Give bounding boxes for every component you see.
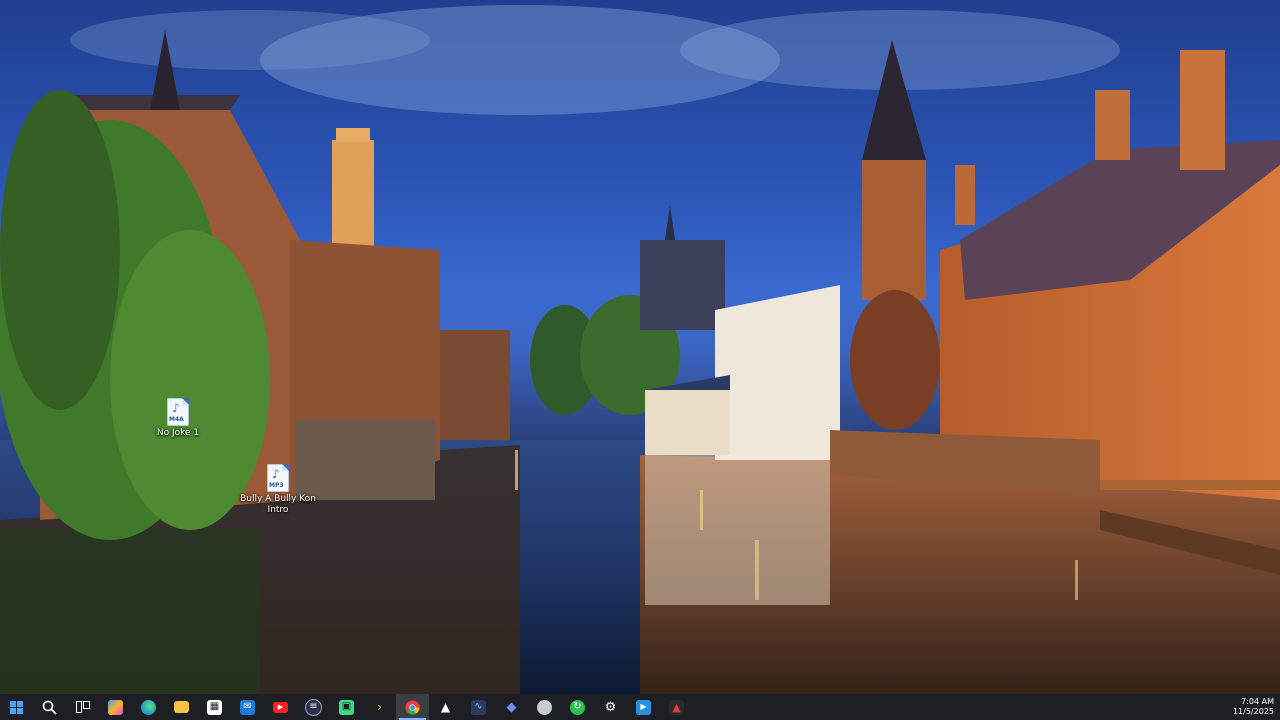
audio-file-icon: ♪ M4A — [167, 398, 189, 426]
desktop-icon-label: Bully A Bully Kon Intro — [240, 494, 316, 515]
system-clock[interactable]: 7:04 AM 11/5/2025 — [1233, 694, 1274, 720]
android-app-icon: ▣ — [339, 699, 354, 715]
taskbar-video-player[interactable]: ▶ — [627, 694, 660, 720]
audio-editor-icon: ∿ — [471, 699, 486, 715]
taskbar-media-player[interactable]: ≡ — [297, 694, 330, 720]
taskbar-audio-editor[interactable]: ∿ — [462, 694, 495, 720]
canal-scene — [0, 5, 1280, 694]
desktop-icon-label: No Joke 1 — [156, 428, 200, 438]
terminal-icon: › — [372, 699, 387, 715]
taskbar-triangle-app[interactable]: ▲ — [429, 694, 462, 720]
windows-start-icon — [10, 700, 23, 714]
settings-gear-icon: ⚙ — [604, 699, 617, 715]
microsoft-store-icon: ▦ — [207, 699, 222, 715]
chrome-icon — [405, 699, 420, 715]
edge-icon — [141, 699, 156, 715]
copilot-icon — [108, 699, 123, 715]
shield-app-icon — [537, 699, 552, 715]
desktop-icon-bully-a-bully[interactable]: ♪ MP3 Bully A Bully Kon Intro — [240, 464, 316, 516]
taskbar-green-app[interactable]: ↻ — [561, 694, 594, 720]
start-button[interactable] — [0, 694, 33, 720]
taskbar-android-app[interactable]: ▣ — [330, 694, 363, 720]
taskbar-terminal[interactable]: › — [363, 694, 396, 720]
taskbar-file-explorer[interactable] — [165, 694, 198, 720]
search-button[interactable] — [33, 694, 66, 720]
taskbar-edge[interactable] — [132, 694, 165, 720]
audio-file-icon: ♪ MP3 — [267, 464, 289, 492]
taskbar-chrome[interactable] — [396, 694, 429, 720]
youtube-icon: ▶ — [273, 701, 288, 713]
task-view-icon — [75, 701, 90, 713]
taskbar-copilot[interactable] — [99, 694, 132, 720]
red-app-icon: ▲ — [669, 699, 684, 715]
clock-date: 11/5/2025 — [1232, 707, 1274, 716]
taskbar-diamond-app[interactable]: ◆ — [495, 694, 528, 720]
taskbar-mail[interactable]: ✉ — [231, 694, 264, 720]
diamond-app-icon: ◆ — [506, 699, 517, 715]
taskbar-youtube[interactable]: ▶ — [264, 694, 297, 720]
file-explorer-icon — [174, 701, 189, 713]
video-player-icon: ▶ — [636, 699, 651, 715]
media-player-icon: ≡ — [305, 698, 322, 716]
taskbar: ▦ ✉ ▶ ≡ ▣ › ▲ ∿ ◆ ↻ ⚙ ▶ ▲ 7:04 AM 11/5/2… — [0, 694, 1280, 720]
taskbar-microsoft-store[interactable]: ▦ — [198, 694, 231, 720]
clock-time: 7:04 AM — [1241, 697, 1274, 706]
desktop-wallpaper — [0, 0, 1280, 694]
green-app-icon: ↻ — [570, 699, 585, 715]
task-view-button[interactable] — [66, 694, 99, 720]
mail-icon: ✉ — [240, 699, 255, 715]
triangle-app-icon: ▲ — [440, 700, 451, 714]
taskbar-settings[interactable]: ⚙ — [594, 694, 627, 720]
taskbar-red-app[interactable]: ▲ — [660, 694, 693, 720]
desktop-icon-no-joke[interactable]: ♪ M4A No Joke 1 — [140, 398, 216, 439]
taskbar-shield-app[interactable] — [528, 694, 561, 720]
search-icon — [42, 700, 57, 715]
